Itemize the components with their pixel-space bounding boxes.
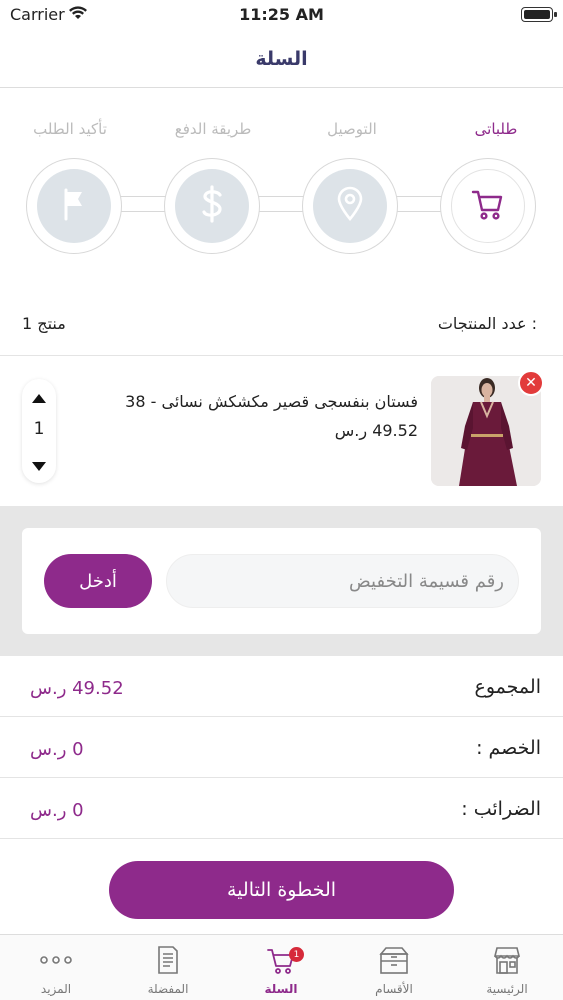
subtotal-row: المجموع 49.52 ر.س <box>0 656 563 717</box>
triangle-up-icon <box>32 388 46 407</box>
product-name: فستان بنفسجى قصير مكشكش نسائى - 38 <box>125 392 418 411</box>
close-icon: ✕ <box>525 375 537 391</box>
tab-label: الرئيسية <box>486 982 528 996</box>
tab-label: المزيد <box>40 982 72 996</box>
box-icon <box>376 943 412 977</box>
checkout-steps <box>0 158 563 254</box>
checkout-steps-labels: طلباتى التوصيل طريقة الدفع تأكيد الطلب <box>0 120 563 144</box>
step-orders[interactable] <box>440 158 536 254</box>
nav-bar: السلة <box>0 30 563 88</box>
product-count-label: عدد المنتجات : <box>437 314 537 333</box>
battery-icon <box>521 7 557 22</box>
subtotal-value: 49.52 ر.س <box>30 678 124 699</box>
step-connector <box>120 196 170 212</box>
taxes-value: 0 ر.س <box>30 800 84 821</box>
step-label-payment: طريقة الدفع <box>174 120 252 138</box>
discount-value: 0 ر.س <box>30 739 84 760</box>
step-connector <box>396 196 446 212</box>
tab-label: المفضلة <box>147 982 189 996</box>
totals: المجموع 49.52 ر.س الخصم : 0 ر.س الضرائب … <box>0 656 563 839</box>
tab-cart[interactable]: 1 السلة <box>225 935 337 1000</box>
triangle-down-icon <box>32 456 46 475</box>
quantity-stepper: 1 <box>22 379 56 483</box>
status-bar: Carrier 11:25 AM <box>0 0 563 30</box>
document-icon <box>150 943 186 977</box>
coupon-section: أدخل <box>0 506 563 656</box>
tab-label: الأقسام <box>375 982 413 996</box>
discount-row: الخصم : 0 ر.س <box>0 717 563 778</box>
remove-item-button[interactable]: ✕ <box>518 370 544 396</box>
next-step-button[interactable]: الخطوة التالية <box>109 861 454 919</box>
page-title: السلة <box>255 48 308 70</box>
step-delivery[interactable] <box>302 158 398 254</box>
quantity-decrease-button[interactable] <box>22 451 56 479</box>
coupon-input[interactable] <box>166 554 519 608</box>
location-pin-icon <box>335 186 365 226</box>
more-dots-icon <box>38 943 74 977</box>
store-icon <box>489 943 525 977</box>
tab-more[interactable]: المزيد <box>0 935 112 1000</box>
clock: 11:25 AM <box>239 5 324 24</box>
quantity-value: 1 <box>33 419 45 439</box>
step-connector <box>258 196 308 212</box>
step-payment[interactable] <box>164 158 260 254</box>
cart-badge: 1 <box>289 947 304 962</box>
cart-icon <box>470 186 506 226</box>
discount-label: الخصم : <box>476 737 541 759</box>
apply-coupon-button[interactable]: أدخل <box>44 554 152 608</box>
tab-categories[interactable]: الأقسام <box>338 935 450 1000</box>
tab-home[interactable]: الرئيسية <box>451 935 563 1000</box>
flag-icon <box>59 186 89 226</box>
subtotal-label: المجموع <box>474 676 541 698</box>
taxes-label: الضرائب : <box>461 798 541 820</box>
product-count-row: عدد المنتجات : 1 منتج <box>0 300 563 356</box>
step-label-orders: طلباتى <box>474 120 518 138</box>
product-price: 49.52 ر.س <box>334 421 418 440</box>
tab-label: السلة <box>264 982 298 996</box>
dollar-icon <box>197 184 227 228</box>
step-label-confirm: تأكيد الطلب <box>33 120 107 138</box>
coupon-card: أدخل <box>22 528 541 634</box>
step-confirm[interactable] <box>26 158 122 254</box>
step-label-delivery: التوصيل <box>327 120 377 138</box>
tab-bar: الرئيسية الأقسام 1 السلة المفضلة المزيد <box>0 934 563 1000</box>
quantity-increase-button[interactable] <box>22 383 56 411</box>
cart-item: ✕ فستان بنفسجى قصير مكشكش نسائى - 38 49.… <box>0 357 563 507</box>
taxes-row: الضرائب : 0 ر.س <box>0 778 563 839</box>
product-count-value: 1 منتج <box>22 314 66 333</box>
tab-favorites[interactable]: المفضلة <box>112 935 224 1000</box>
